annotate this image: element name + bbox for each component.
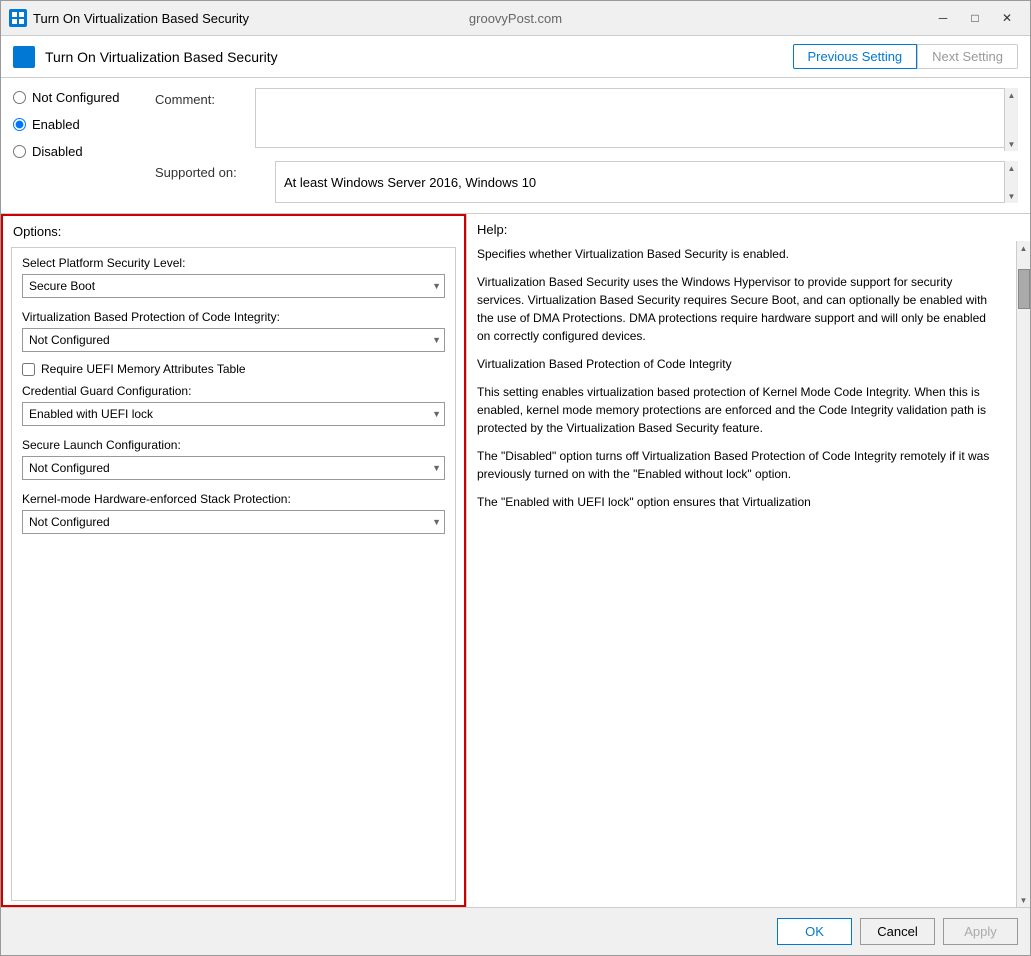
dialog-header: Turn On Virtualization Based Security Pr… [1,36,1030,78]
maximize-button[interactable]: □ [960,7,990,29]
help-p5: The "Enabled with UEFI lock" option ensu… [477,493,992,511]
lower-area: Options: Select Platform Security Level:… [1,213,1030,907]
launch-label: Secure Launch Configuration: [22,438,445,452]
radio-not-configured-label: Not Configured [32,90,119,105]
dialog-icon [13,46,35,68]
radio-disabled-label: Disabled [32,144,83,159]
options-panel: Options: Select Platform Security Level:… [1,214,466,907]
kernel-label: Kernel-mode Hardware-enforced Stack Prot… [22,492,445,506]
radio-enabled-input[interactable] [13,118,26,131]
help-p1: Virtualization Based Security uses the W… [477,273,992,345]
comment-label: Comment: [155,88,245,107]
scroll-down-arrow[interactable]: ▼ [1005,137,1019,151]
help-p4: The "Disabled" option turns off Virtuali… [477,447,992,483]
apply-button[interactable]: Apply [943,918,1018,945]
vbs-label: Virtualization Based Protection of Code … [22,310,445,324]
cancel-button[interactable]: Cancel [860,918,935,945]
footer: OK Cancel Apply [1,907,1030,955]
help-title: Help: [467,214,1030,241]
scroll-up-arrow[interactable]: ▲ [1005,88,1019,102]
help-inner: Specifies whether Virtualization Based S… [467,241,1030,907]
title-bar: Turn On Virtualization Based Security gr… [1,1,1030,36]
radio-disabled[interactable]: Disabled [13,144,143,159]
main-window: Turn On Virtualization Based Security gr… [0,0,1031,956]
help-p3: This setting enables virtualization base… [477,383,992,437]
supported-label: Supported on: [155,161,265,180]
comment-box-wrapper: ▲ ▼ [255,88,1018,151]
help-p2: Virtualization Based Protection of Code … [477,355,992,373]
supported-value: At least Windows Server 2016, Windows 10 [275,161,1018,203]
help-scroll-up[interactable]: ▲ [1017,241,1031,255]
options-title: Options: [3,216,464,243]
help-scroll-thumb[interactable] [1018,269,1030,309]
dialog-title: Turn On Virtualization Based Security [45,49,783,65]
supported-section: Supported on: At least Windows Server 20… [155,161,1018,203]
vbs-select[interactable]: Not Configured Enabled without lock Enab… [22,328,445,352]
options-inner: Select Platform Security Level: Secure B… [11,247,456,901]
comment-scrollbar: ▲ ▼ [1004,88,1018,151]
window-icon [9,9,27,27]
help-scroll-down[interactable]: ▼ [1017,893,1031,907]
comment-textarea[interactable] [255,88,1018,148]
radio-enabled[interactable]: Enabled [13,117,143,132]
minimize-button[interactable]: ─ [928,7,958,29]
help-p0: Specifies whether Virtualization Based S… [477,245,992,263]
window-controls: ─ □ ✕ [928,7,1022,29]
help-content: Specifies whether Virtualization Based S… [467,241,1016,907]
platform-label: Select Platform Security Level: [22,256,445,270]
kernel-select[interactable]: Not Configured Enabled in audit mode Ena… [22,510,445,534]
vbs-dropdown-wrapper: Not Configured Enabled without lock Enab… [22,328,445,352]
radio-disabled-input[interactable] [13,145,26,158]
uefi-checkbox[interactable] [22,363,35,376]
radio-not-configured-input[interactable] [13,91,26,104]
platform-select[interactable]: Secure Boot Secure Boot and DMA Protecti… [22,274,445,298]
credential-dropdown-wrapper: Not Configured Enabled with UEFI lock En… [22,402,445,426]
credential-label: Credential Guard Configuration: [22,384,445,398]
previous-setting-button[interactable]: Previous Setting [793,44,918,69]
comment-section: Comment: ▲ ▼ [155,88,1018,151]
radio-not-configured[interactable]: Not Configured [13,90,143,105]
radio-column: Not Configured Enabled Disabled [13,88,143,213]
uefi-checkbox-item[interactable]: Require UEFI Memory Attributes Table [22,362,445,376]
top-section: Not Configured Enabled Disabled Comment:… [1,78,1030,213]
platform-dropdown-wrapper: Secure Boot Secure Boot and DMA Protecti… [22,274,445,298]
launch-select[interactable]: Not Configured Enabled Disabled [22,456,445,480]
watermark: groovyPost.com [469,11,562,26]
launch-dropdown-wrapper: Not Configured Enabled Disabled ▼ [22,456,445,480]
supported-scroll-down[interactable]: ▼ [1005,189,1019,203]
help-panel: Help: Specifies whether Virtualization B… [466,214,1030,907]
kernel-dropdown-wrapper: Not Configured Enabled in audit mode Ena… [22,510,445,534]
uefi-checkbox-label: Require UEFI Memory Attributes Table [41,362,246,376]
right-column: Comment: ▲ ▼ Supported on: At least Wind… [155,88,1018,213]
supported-scroll-up[interactable]: ▲ [1005,161,1019,175]
help-scrollbar: ▲ ▼ [1016,241,1030,907]
ok-button[interactable]: OK [777,918,852,945]
radio-enabled-label: Enabled [32,117,80,132]
close-button[interactable]: ✕ [992,7,1022,29]
supported-box-wrapper: At least Windows Server 2016, Windows 10… [275,161,1018,203]
next-setting-button: Next Setting [917,44,1018,69]
credential-select[interactable]: Not Configured Enabled with UEFI lock En… [22,402,445,426]
nav-buttons: Previous Setting Next Setting [793,44,1019,69]
supported-scrollbar: ▲ ▼ [1004,161,1018,203]
